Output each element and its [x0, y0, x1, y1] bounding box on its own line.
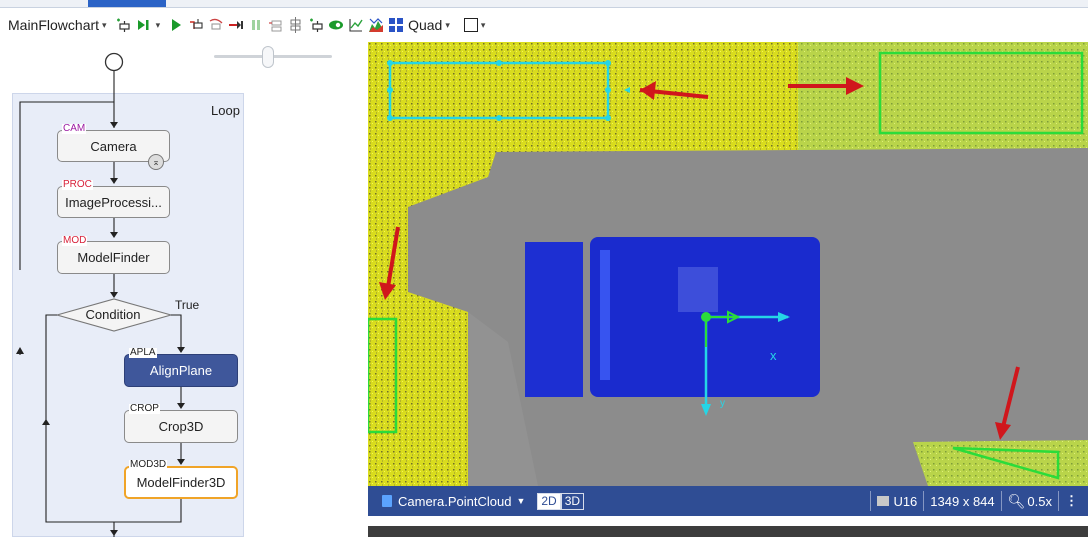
condition-node[interactable]: Condition: [57, 307, 169, 322]
model-finder-3d-node[interactable]: ModelFinder3D: [124, 466, 238, 499]
node-tag: CROP: [129, 403, 160, 414]
divider: [1058, 491, 1059, 511]
pixel-type-icon: [877, 496, 890, 506]
zoom-level[interactable]: 0.5x: [1027, 494, 1052, 509]
crop3d-node[interactable]: Crop3D: [124, 410, 238, 443]
node-label: ModelFinder: [77, 250, 150, 265]
viewer-status-bar: Camera.PointCloud ▼ 2D 3D U16 1349 x 844…: [368, 486, 1088, 516]
true-branch-label: True: [175, 298, 200, 312]
chevron-down-icon[interactable]: ▾: [445, 20, 450, 31]
data-source-selector[interactable]: Camera.PointCloud: [398, 494, 511, 509]
divider: [870, 491, 872, 511]
mode-3d-button[interactable]: 3D: [560, 492, 585, 510]
chevron-down-icon[interactable]: ▾: [481, 20, 486, 31]
point-cloud-view[interactable]: x y: [368, 42, 1088, 486]
image-viewer[interactable]: x y: [368, 42, 1088, 537]
zoom-icon[interactable]: 🔍︎: [1008, 493, 1026, 510]
node-label: ModelFinder3D: [136, 475, 226, 490]
align-plane-node[interactable]: AlignPlane: [124, 354, 238, 387]
node-label: AlignPlane: [149, 363, 213, 378]
mode-2d-button[interactable]: 2D: [537, 492, 561, 510]
node-label: Camera: [90, 138, 137, 154]
image-processing-node[interactable]: ImageProcessi...: [57, 186, 170, 218]
node-tag: APLA: [129, 347, 157, 358]
more-options-icon[interactable]: ⋮: [1065, 493, 1078, 509]
layout-selector[interactable]: Quad: [408, 17, 442, 33]
viewer-bottom-edge: [368, 516, 1088, 537]
pixel-type: U16: [893, 493, 918, 509]
divider: [923, 491, 925, 511]
collapse-icon[interactable]: ⌅: [148, 154, 164, 170]
data-source-icon: [382, 495, 392, 507]
node-label: Crop3D: [158, 419, 204, 434]
node-tag: CAM: [62, 123, 87, 134]
x-axis-label: x: [770, 348, 777, 363]
chevron-down-icon[interactable]: ▼: [516, 496, 525, 506]
histogram-icon[interactable]: [368, 17, 384, 33]
divider: [1000, 491, 1002, 511]
node-tag: PROC: [62, 179, 93, 190]
quad-layout-icon[interactable]: [388, 17, 404, 33]
single-view-icon[interactable]: [463, 18, 478, 32]
node-tag: MOD: [62, 235, 88, 246]
node-label: ImageProcessi...: [65, 194, 162, 210]
node-tag: MOD3D: [129, 459, 168, 470]
image-resolution: 1349 x 844: [930, 493, 995, 509]
status-right: U16 1349 x 844 🔍︎ 0.5x ⋮: [864, 491, 1088, 511]
y-axis-label: y: [720, 398, 725, 409]
flow-connectors: [16, 52, 185, 537]
